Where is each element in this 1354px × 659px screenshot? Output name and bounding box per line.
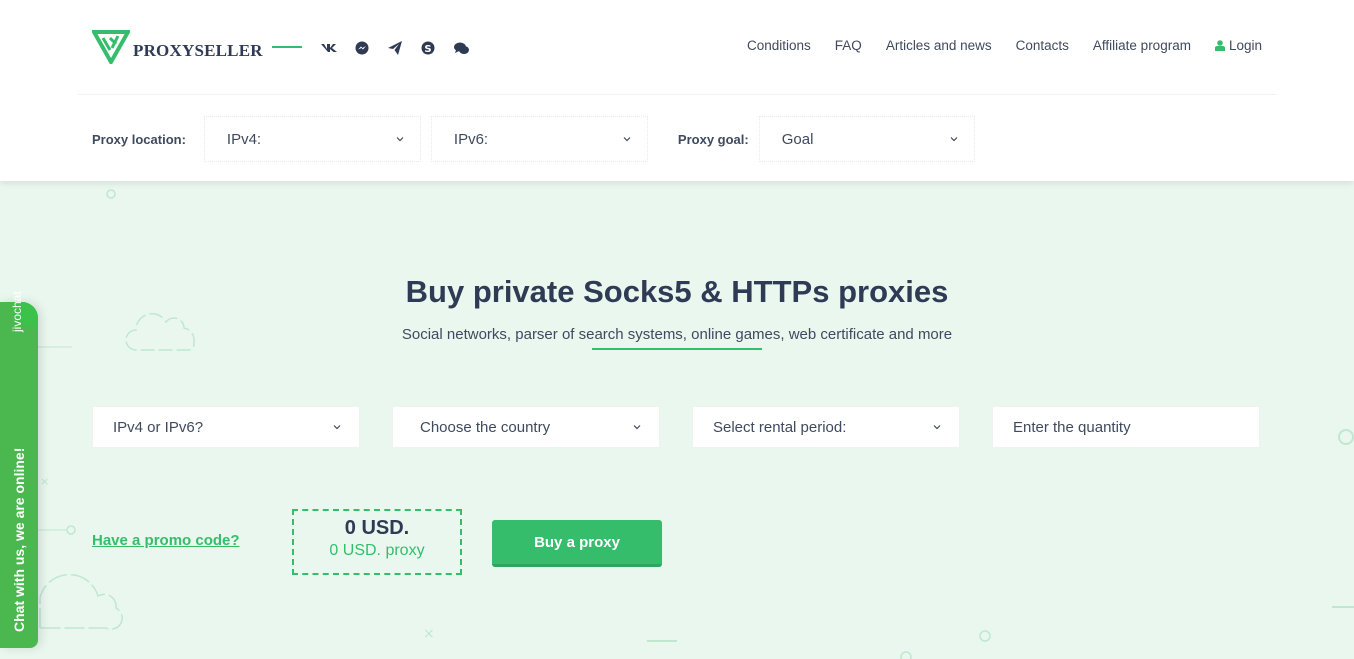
- nav-label: FAQ: [834, 38, 862, 53]
- telegram-icon[interactable]: [386, 39, 404, 57]
- ipv4-location-select[interactable]: IPv4:: [203, 116, 421, 162]
- user-icon: [1214, 40, 1225, 51]
- nav-conditions[interactable]: Conditions: [747, 38, 811, 53]
- social-links: S: [320, 39, 470, 57]
- select-value: IPv4:: [226, 130, 262, 148]
- ipv6-location-select[interactable]: IPv6:: [430, 116, 648, 162]
- select-value: Goal: [781, 130, 814, 148]
- vk-icon[interactable]: [320, 39, 338, 57]
- brand-name: PROXYSELLER: [133, 41, 263, 60]
- proxy-location-label: Proxy location:: [92, 131, 186, 147]
- nav-label: Login: [1228, 38, 1262, 53]
- nav-contacts[interactable]: Contacts: [1016, 38, 1069, 53]
- top-navigation-bar: PROXYSELLER S Conditions FAQ Articles an…: [78, 0, 1277, 95]
- cloud-icon: [39, 573, 123, 630]
- chat-brand: jivochat: [10, 291, 24, 332]
- site-header: PROXYSELLER S Conditions FAQ Articles an…: [0, 0, 1354, 181]
- deco-circle: [900, 651, 912, 659]
- cloud-icon: [125, 313, 195, 351]
- logo[interactable]: PROXYSELLER: [92, 30, 263, 64]
- main-nav: Conditions FAQ Articles and news Contact…: [747, 38, 1262, 53]
- deco-circle: [1338, 429, 1354, 445]
- chevron-down-icon: [950, 137, 958, 142]
- svg-text:S: S: [424, 44, 431, 55]
- deco-x: ×: [40, 475, 49, 488]
- skype-icon[interactable]: S: [419, 39, 437, 57]
- chevron-down-icon: [623, 137, 631, 142]
- deco-circle: [979, 630, 991, 642]
- deco-x: ×: [423, 626, 435, 642]
- deco-circle: [106, 189, 116, 199]
- nav-faq[interactable]: FAQ: [835, 38, 862, 53]
- nav-articles[interactable]: Articles and news: [886, 38, 992, 53]
- chat-invite-text: Chat with us, we are online!: [11, 447, 27, 632]
- deco-circle: [66, 525, 76, 535]
- messenger-icon[interactable]: [353, 39, 371, 57]
- nav-affiliate[interactable]: Affiliate program: [1093, 38, 1191, 53]
- nav-label: Contacts: [1015, 38, 1069, 53]
- nav-label: Affiliate program: [1092, 38, 1191, 53]
- logo-icon: [92, 30, 130, 64]
- divider: [272, 46, 302, 48]
- proxy-goal-label: Proxy goal:: [677, 131, 749, 147]
- select-value: IPv6:: [453, 130, 489, 148]
- chevron-down-icon: [396, 137, 404, 142]
- goal-select[interactable]: Goal: [758, 116, 975, 162]
- nav-label: Articles and news: [885, 38, 992, 53]
- nav-login[interactable]: Login: [1214, 38, 1262, 53]
- nav-label: Conditions: [747, 38, 811, 53]
- chat-bubbles-icon[interactable]: [452, 39, 470, 57]
- proxy-filters: Proxy location: IPv4: IPv6: Proxy goal: …: [92, 116, 975, 162]
